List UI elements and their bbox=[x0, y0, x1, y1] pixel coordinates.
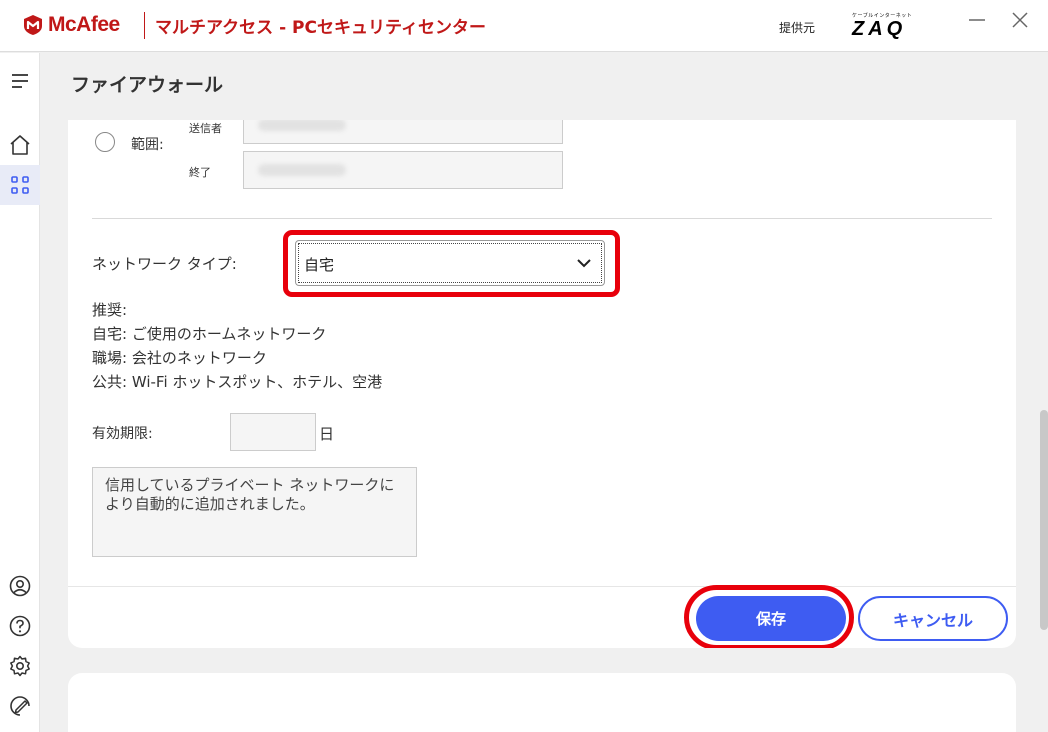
network-type-value: 自宅 bbox=[304, 256, 335, 274]
page-title: ファイアウォール bbox=[71, 74, 224, 96]
menu-button[interactable] bbox=[0, 61, 40, 101]
provider-label: 提供元 bbox=[779, 21, 816, 35]
range-from-label: 送信者 bbox=[189, 122, 222, 135]
footer-divider bbox=[68, 586, 1016, 587]
title-bar: McAfee マルチアクセス - PCセキュリティセンター 提供元 ケーブルイン… bbox=[0, 0, 1048, 52]
zaq-logo: ケーブルインターネット ZAQ bbox=[852, 12, 912, 39]
expiry-days-unit: 日 bbox=[319, 425, 335, 443]
range-label: 範囲: bbox=[131, 137, 164, 153]
network-type-select[interactable]: 自宅 bbox=[295, 240, 605, 286]
feedback-button[interactable] bbox=[0, 686, 40, 726]
menu-icon bbox=[12, 74, 28, 88]
network-type-label: ネットワーク タイプ: bbox=[92, 255, 237, 273]
mcafee-shield-icon bbox=[24, 15, 42, 35]
account-button[interactable] bbox=[0, 566, 40, 606]
settings-button[interactable] bbox=[0, 646, 40, 686]
close-icon bbox=[1012, 12, 1028, 28]
recommendation-line: 職場: 会社のネットワーク bbox=[92, 349, 267, 367]
recommendation-heading: 推奨: bbox=[92, 301, 128, 319]
section-divider bbox=[92, 218, 992, 219]
expiry-days-input[interactable] bbox=[230, 413, 316, 451]
chevron-down-icon bbox=[577, 259, 591, 268]
feedback-icon bbox=[10, 696, 30, 716]
brand-name: McAfee bbox=[48, 13, 120, 36]
app-title: マルチアクセス - PCセキュリティセンター bbox=[155, 18, 486, 38]
help-button[interactable] bbox=[0, 606, 40, 646]
focus-ring bbox=[298, 243, 602, 283]
range-to-label: 終了 bbox=[189, 166, 211, 179]
range-radio[interactable] bbox=[95, 132, 115, 152]
close-button[interactable] bbox=[1006, 8, 1034, 32]
scrollbar-thumb[interactable] bbox=[1040, 410, 1048, 630]
minimize-icon bbox=[969, 19, 985, 21]
home-button[interactable] bbox=[0, 125, 40, 165]
account-icon bbox=[9, 575, 31, 597]
range-to-field[interactable] bbox=[243, 151, 563, 189]
apps-button[interactable] bbox=[0, 165, 40, 205]
minimize-button[interactable] bbox=[963, 8, 991, 32]
home-icon bbox=[10, 135, 30, 155]
help-icon bbox=[9, 615, 31, 637]
next-card bbox=[68, 673, 1016, 732]
recommendation-line: 公共: Wi-Fi ホットスポット、ホテル、空港 bbox=[92, 373, 383, 391]
cancel-button[interactable]: キャンセル bbox=[858, 596, 1008, 641]
recommendation-text: 推奨: 自宅: ご使用のホームネットワーク 職場: 会社のネットワーク 公共: … bbox=[92, 298, 382, 394]
zaq-logo-text: ZAQ bbox=[852, 18, 907, 40]
recommendation-line: 自宅: ご使用のホームネットワーク bbox=[92, 325, 327, 343]
network-settings-card: 範囲: 送信者 終了 ネットワーク タイプ: 自宅 推奨: 自宅: ご使用のホー… bbox=[68, 120, 1016, 648]
nav-rail bbox=[0, 53, 40, 732]
mcafee-logo: McAfee bbox=[22, 13, 120, 37]
apps-grid-icon bbox=[11, 176, 29, 194]
settings-icon bbox=[10, 655, 30, 677]
description-textarea[interactable]: 信用しているプライベート ネットワークにより自動的に追加されました。 bbox=[92, 467, 417, 557]
title-separator bbox=[144, 12, 145, 39]
range-from-field[interactable] bbox=[243, 120, 563, 144]
expiry-label: 有効期限: bbox=[92, 426, 153, 442]
save-button[interactable]: 保存 bbox=[696, 596, 846, 641]
